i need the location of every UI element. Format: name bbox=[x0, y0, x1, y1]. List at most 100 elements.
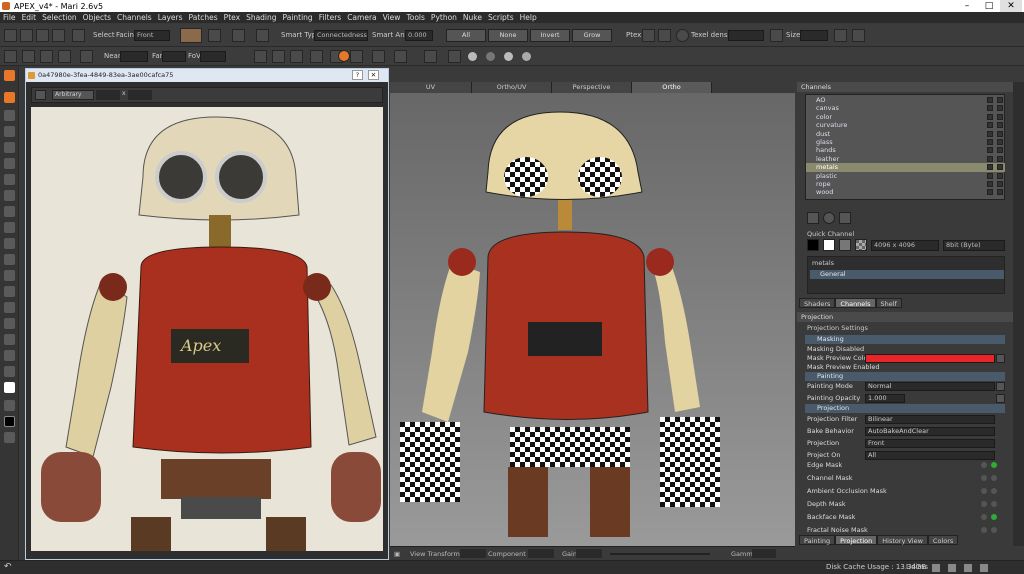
depth-mask-row[interactable]: Depth Mask bbox=[807, 498, 1005, 510]
projection-mode-icon[interactable] bbox=[310, 50, 323, 63]
channel-item[interactable]: color bbox=[806, 113, 1005, 121]
projector-icon[interactable] bbox=[80, 50, 93, 63]
paint-tool-icon[interactable] bbox=[338, 50, 350, 62]
pan-hand-icon[interactable] bbox=[4, 126, 15, 137]
menu-painting[interactable]: Painting bbox=[283, 13, 313, 22]
projection-paint-icon[interactable] bbox=[4, 190, 15, 201]
white-swatch[interactable] bbox=[823, 239, 835, 251]
mask-enabled-icon[interactable] bbox=[991, 501, 997, 507]
masking-section[interactable]: Masking bbox=[805, 335, 1005, 344]
right-scrollbar[interactable] bbox=[1013, 82, 1024, 546]
menu-view[interactable]: View bbox=[383, 13, 401, 22]
resolution-dropdown[interactable]: 4096 x 4096 bbox=[871, 240, 939, 251]
painting-mode-dropdown[interactable]: Normal bbox=[865, 382, 995, 391]
view-transform-dropdown[interactable] bbox=[460, 549, 486, 558]
eyedropper-icon[interactable] bbox=[4, 286, 15, 297]
visibility-icon[interactable] bbox=[987, 147, 993, 154]
visibility-icon[interactable] bbox=[987, 139, 993, 145]
lock-icon[interactable] bbox=[997, 113, 1003, 120]
image-window[interactable]: 0a47980e-3fea-4849-83ea-3ae00cafca75 ? ✕… bbox=[25, 68, 389, 560]
tab-shelf[interactable]: Shelf bbox=[875, 298, 902, 308]
smudge-icon[interactable] bbox=[4, 238, 15, 249]
tab-ortho[interactable]: Ortho bbox=[632, 82, 712, 93]
brush-select-icon[interactable] bbox=[256, 29, 269, 42]
tab-channels[interactable]: Channels bbox=[835, 298, 876, 308]
size-field[interactable] bbox=[800, 30, 828, 41]
visibility-icon[interactable] bbox=[987, 189, 993, 196]
projection-filter-dropdown[interactable]: Bilinear bbox=[865, 415, 995, 424]
visibility-icon[interactable] bbox=[987, 105, 993, 112]
component-dropdown[interactable] bbox=[528, 549, 554, 558]
help-icon[interactable]: ? bbox=[352, 70, 363, 80]
link-icon[interactable] bbox=[996, 394, 1005, 403]
size-icon[interactable] bbox=[770, 29, 783, 42]
status-icon[interactable] bbox=[932, 564, 940, 572]
menu-filters[interactable]: Filters bbox=[319, 13, 341, 22]
menu-scripts[interactable]: Scripts bbox=[488, 13, 514, 22]
tab-colors[interactable]: Colors bbox=[927, 535, 959, 545]
tab-ortho-uv[interactable]: Ortho/UV bbox=[472, 82, 552, 93]
far-field[interactable] bbox=[162, 51, 186, 62]
menu-channels[interactable]: Channels bbox=[117, 13, 152, 22]
channel-item[interactable]: wood bbox=[806, 188, 1005, 196]
tab-shaders[interactable]: Shaders bbox=[799, 298, 836, 308]
rotate-icon[interactable] bbox=[254, 50, 267, 63]
mask-enabled-icon[interactable] bbox=[991, 514, 997, 520]
lock-icon[interactable] bbox=[997, 139, 1003, 145]
face-select-icon[interactable] bbox=[52, 29, 65, 42]
lock-icon[interactable] bbox=[997, 172, 1003, 179]
lock-icon[interactable] bbox=[997, 147, 1003, 154]
patch-select-icon[interactable] bbox=[36, 29, 49, 42]
sharpen-icon[interactable] bbox=[4, 318, 15, 329]
object-select-icon[interactable] bbox=[20, 29, 33, 42]
channel-item[interactable]: hands bbox=[806, 146, 1005, 154]
select-none-button[interactable]: None bbox=[488, 29, 528, 42]
gain-field[interactable] bbox=[576, 549, 602, 558]
grey-swatch[interactable] bbox=[839, 239, 851, 251]
mask-toggle-icon[interactable] bbox=[981, 488, 987, 494]
minimize-button[interactable]: – bbox=[956, 0, 978, 12]
menu-patches[interactable]: Patches bbox=[189, 13, 218, 22]
visibility-icon[interactable] bbox=[987, 164, 993, 171]
channel-item[interactable]: glass bbox=[806, 138, 1005, 146]
image-icon[interactable] bbox=[40, 50, 53, 63]
tab-uv[interactable]: UV bbox=[390, 82, 472, 93]
menu-shading[interactable]: Shading bbox=[246, 13, 276, 22]
projection-dropdown[interactable]: Front bbox=[865, 439, 995, 448]
move-icon[interactable] bbox=[4, 158, 15, 169]
scale-mode-dropdown[interactable]: Arbitrary bbox=[52, 90, 94, 100]
depth-dropdown[interactable]: 8bit (Byte) bbox=[943, 240, 1005, 251]
close-button[interactable]: ✕ bbox=[1000, 0, 1022, 12]
blur-icon[interactable] bbox=[4, 254, 15, 265]
mask-enabled-icon[interactable] bbox=[991, 488, 997, 494]
black-swatch[interactable] bbox=[807, 239, 819, 251]
transparent-swatch[interactable] bbox=[855, 239, 867, 251]
ptex-resize-icon[interactable] bbox=[658, 29, 671, 42]
flip-icon[interactable] bbox=[272, 50, 285, 63]
menu-objects[interactable]: Objects bbox=[83, 13, 111, 22]
channel-item[interactable]: leather bbox=[806, 155, 1005, 163]
menu-nuke[interactable]: Nuke bbox=[463, 13, 482, 22]
fov-field[interactable] bbox=[200, 51, 226, 62]
visibility-icon[interactable] bbox=[987, 113, 993, 120]
texel-density-field[interactable] bbox=[728, 30, 764, 41]
channel-item[interactable]: dust bbox=[806, 130, 1005, 138]
gain-slider[interactable] bbox=[610, 553, 710, 555]
menu-tools[interactable]: Tools bbox=[406, 13, 424, 22]
gamma-field[interactable] bbox=[752, 549, 776, 558]
bake-icon[interactable] bbox=[424, 50, 437, 63]
menu-layers[interactable]: Layers bbox=[158, 13, 183, 22]
menu-camera[interactable]: Camera bbox=[347, 13, 376, 22]
fill-icon[interactable] bbox=[4, 206, 15, 217]
tab-history-view[interactable]: History View bbox=[877, 535, 928, 545]
lighting-icon[interactable] bbox=[486, 52, 495, 61]
menu-edit[interactable]: Edit bbox=[22, 13, 37, 22]
edge-mask-row[interactable]: Edge Mask bbox=[807, 459, 1005, 471]
warp-icon[interactable] bbox=[4, 174, 15, 185]
polygon-lasso-icon[interactable] bbox=[232, 29, 245, 42]
clone-stamp-icon[interactable] bbox=[4, 222, 15, 233]
visibility-icon[interactable] bbox=[987, 172, 993, 179]
camera-icon[interactable] bbox=[22, 50, 35, 63]
near-field[interactable] bbox=[120, 51, 148, 62]
visibility-icon[interactable] bbox=[987, 97, 993, 103]
